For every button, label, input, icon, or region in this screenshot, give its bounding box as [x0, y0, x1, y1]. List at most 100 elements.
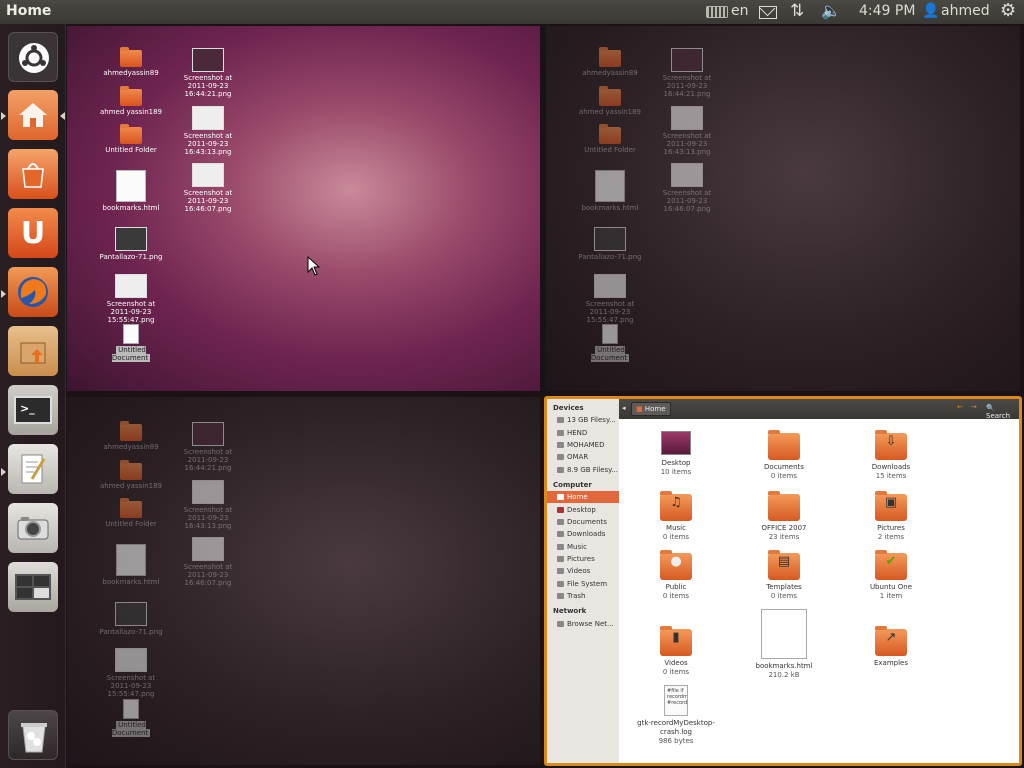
file-item-examples[interactable]: ↗ Examples — [846, 626, 936, 668]
text-editor-icon[interactable] — [8, 444, 58, 494]
mail-icon[interactable] — [759, 4, 777, 23]
desktop-image-icon: Screenshot at 2011-09-23 15:55:47.png — [575, 274, 645, 324]
sidebar-item-downloads[interactable]: Downloads — [547, 528, 619, 540]
devices-header: Devices — [553, 404, 584, 412]
sidebar-item-desktop[interactable]: Desktop — [547, 503, 619, 515]
archive-manager-icon[interactable] — [8, 326, 58, 376]
file-item-ubuntu-one[interactable]: ✔ Ubuntu One 1 item — [846, 550, 936, 601]
desktop-image-icon[interactable]: Screenshot at 2011-09-23 16:44:21.png — [173, 48, 243, 98]
desktop-image-icon: Screenshot at 2011-09-23 15:55:47.png — [96, 648, 166, 698]
running-pip — [1, 290, 6, 298]
user-name[interactable]: ahmed — [941, 3, 990, 19]
file-item-public[interactable]: ● Public 0 items — [631, 550, 721, 601]
desktop-text-icon: Untitled Document — [96, 699, 166, 737]
active-pip — [60, 112, 65, 120]
sidebar-item-device[interactable]: 13 GB Filesy... — [547, 414, 619, 426]
desktop-folder-icon: ahmedyassin89 — [575, 47, 645, 77]
file-item-crash-log[interactable]: #file if recordmy #recordgtk-recordMyDes… — [631, 685, 721, 746]
desktop-folder-icon: ahmed yassin189 — [575, 86, 645, 116]
workspace-3[interactable]: ahmedyassin89 ahmed yassin189 Untitled F… — [67, 397, 540, 765]
desktop-text-icon: Untitled Document — [575, 324, 645, 362]
running-pip — [1, 112, 6, 120]
desktop-file-icon[interactable]: bookmarks.html — [96, 170, 166, 212]
nav-back-icon[interactable]: ← — [957, 403, 963, 411]
launcher: U >_ — [0, 24, 66, 768]
desktop-image-icon: Screenshot at 2011-09-23 16:46:07.png — [652, 163, 722, 213]
desktop-image-icon: Screenshot at 2011-09-23 16:44:21.png — [173, 422, 243, 472]
search-button[interactable]: 🔍 Search — [986, 404, 1019, 420]
file-item-bookmarks[interactable]: bookmarks.html 210.2 kB — [739, 609, 829, 680]
running-pip — [1, 468, 6, 476]
workspace-4-file-manager[interactable]: Devices 13 GB Filesy... HEND MOHAMED OMA… — [544, 396, 1022, 766]
home-folder-icon[interactable] — [8, 90, 58, 140]
sidebar-item-browse-network[interactable]: Browse Net... — [547, 617, 619, 629]
desktop-folder-icon: ahmed yassin189 — [96, 460, 166, 490]
sidebar-item-device[interactable]: 8.9 GB Filesy... — [547, 464, 619, 476]
desktop-folder-icon[interactable]: Untitled Folder — [96, 124, 166, 154]
back-arrow-icon[interactable]: ◂ — [622, 404, 626, 412]
desktop-image-icon: Pantallazo-71.png — [96, 602, 166, 636]
keyboard-layout-label[interactable]: en — [731, 3, 749, 19]
network-header: Network — [553, 607, 587, 616]
desktop-folder-icon: Untitled Folder — [96, 498, 166, 528]
gear-icon[interactable]: ⚙ — [1000, 0, 1016, 21]
terminal-icon[interactable]: >_ — [8, 385, 58, 435]
desktop-text-icon[interactable]: Untitled Document — [96, 324, 166, 362]
desktop-image-icon[interactable]: Screenshot at 2011-09-23 16:43:13.png — [173, 106, 243, 156]
desktop-image-icon: Screenshot at 2011-09-23 16:46:07.png — [173, 537, 243, 587]
sidebar-item-home[interactable]: Home — [547, 490, 619, 504]
file-item-documents[interactable]: Documents 0 items — [739, 430, 829, 481]
firefox-icon[interactable] — [8, 267, 58, 317]
desktop-file-icon: bookmarks.html — [96, 544, 166, 586]
workspace-1[interactable]: ahmedyassin89 ahmed yassin189 Untitled F… — [67, 26, 540, 391]
desktop-image-icon: Screenshot at 2011-09-23 16:43:13.png — [652, 106, 722, 156]
file-item-videos[interactable]: ▮ Videos 0 items — [631, 626, 721, 677]
file-item-templates[interactable]: ▤ Templates 0 items — [739, 550, 829, 601]
workspace-2[interactable]: ahmedyassin89 ahmed yassin189 Untitled F… — [546, 26, 1020, 391]
desktop-image-icon: Pantallazo-71.png — [575, 227, 645, 261]
sidebar-item-file-system[interactable]: File System — [547, 578, 619, 590]
ubuntu-one-icon[interactable]: U — [8, 208, 58, 258]
sidebar-item-trash[interactable]: Trash — [547, 590, 619, 602]
ubuntu-logo-icon[interactable] — [8, 32, 58, 82]
volume-icon[interactable]: 🔈 — [821, 1, 841, 20]
places-sidebar: Devices 13 GB Filesy... HEND MOHAMED OMA… — [547, 399, 619, 763]
file-icon-view[interactable]: Desktop 10 items Documents 0 items ⇩ Downlo… — [619, 419, 1019, 763]
sidebar-item-documents[interactable]: Documents — [547, 516, 619, 528]
sidebar-item-music[interactable]: Music — [547, 541, 619, 553]
file-item-downloads[interactable]: ⇩ Downloads 15 items — [846, 430, 936, 481]
keyboard-icon[interactable] — [706, 3, 728, 22]
user-icon[interactable]: 👤 — [922, 3, 939, 19]
desktop-image-icon[interactable]: Screenshot at 2011-09-23 15:55:47.png — [96, 274, 166, 324]
camera-icon[interactable] — [8, 503, 58, 553]
software-center-icon[interactable] — [8, 149, 58, 199]
computer-header: Computer — [553, 480, 592, 489]
top-panel: Home en ⇅ 🔈 4:49 PM 👤 ahmed ⚙ — [0, 0, 1024, 24]
file-item-music[interactable]: ♫ Music 0 items — [631, 491, 721, 542]
file-item-office-2007[interactable]: OFFICE 2007 23 items — [739, 491, 829, 542]
workspace-switcher-icon[interactable] — [8, 562, 58, 612]
sidebar-item-device[interactable]: HEND — [547, 426, 619, 438]
desktop-folder-icon[interactable]: ahmedyassin89 — [96, 47, 166, 77]
sidebar-item-videos[interactable]: Videos — [547, 565, 619, 577]
nav-forward-icon[interactable]: → — [971, 403, 977, 411]
desktop-image-icon[interactable]: Screenshot at 2011-09-23 16:46:07.png — [173, 163, 243, 213]
desktop-image-icon: Screenshot at 2011-09-23 16:44:21.png — [652, 48, 722, 98]
mouse-cursor-icon — [307, 256, 321, 276]
sidebar-item-pictures[interactable]: Pictures — [547, 553, 619, 565]
sidebar-item-device[interactable]: MOHAMED — [547, 439, 619, 451]
desktop-image-icon: Screenshot at 2011-09-23 16:43:13.png — [173, 480, 243, 530]
sidebar-item-device[interactable]: OMAR — [547, 451, 619, 463]
desktop-folder-icon[interactable]: ahmed yassin189 — [96, 86, 166, 116]
trash-icon[interactable] — [8, 710, 58, 760]
desktop-folder-icon: Untitled Folder — [575, 124, 645, 154]
file-item-desktop[interactable]: Desktop 10 items — [631, 431, 721, 477]
desktop-file-icon: bookmarks.html — [575, 170, 645, 212]
window-title: Home — [6, 3, 52, 19]
file-item-pictures[interactable]: ▣ Pictures 2 items — [846, 491, 936, 542]
location-home-button[interactable]: ■ Home — [631, 402, 671, 416]
desktop-folder-icon: ahmedyassin89 — [96, 421, 166, 451]
clock[interactable]: 4:49 PM — [859, 3, 915, 19]
network-updown-icon[interactable]: ⇅ — [790, 1, 804, 21]
desktop-image-icon[interactable]: Pantallazo-71.png — [96, 227, 166, 261]
